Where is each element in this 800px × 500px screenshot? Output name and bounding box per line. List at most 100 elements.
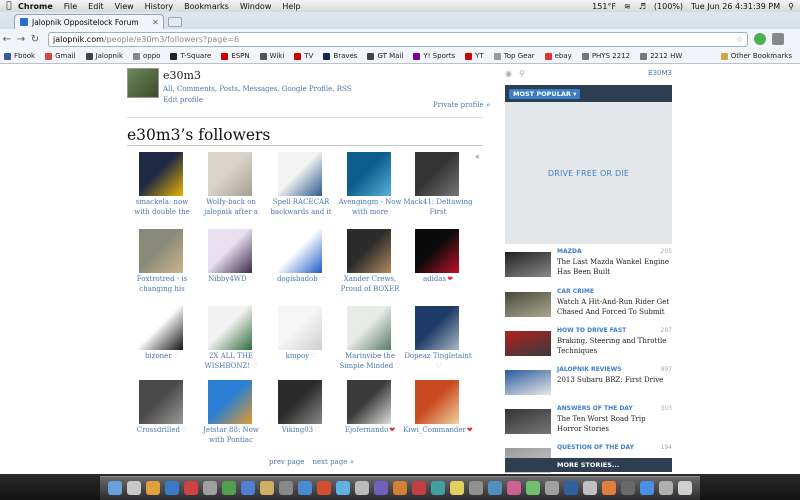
dock-app-icon[interactable] <box>108 481 122 495</box>
follower-avatar[interactable] <box>415 380 459 424</box>
follower-name[interactable]: Avengingm - Now with more <box>339 198 402 216</box>
follower-name[interactable]: Xander Crews, Proud of BOXER <box>341 275 400 293</box>
follower-name-link[interactable]: Jetstar 88: Now with Pontiac <box>196 426 266 445</box>
heart-icon[interactable]: ♡ <box>173 352 179 362</box>
heart-icon[interactable]: ♡ <box>435 362 441 372</box>
story-category[interactable]: JALOPNIK REVIEWS <box>557 366 622 373</box>
follower-avatar[interactable] <box>415 306 459 350</box>
follower-name[interactable]: adidas <box>423 275 446 283</box>
heart-icon[interactable]: ♡ <box>251 362 257 372</box>
address-bar[interactable]: jalopnik.com/people/e30m3/followers?page… <box>48 31 748 47</box>
follower-name-link[interactable]: Xander Crews, Proud of BOXER <box>335 275 405 294</box>
follower-name-link[interactable]: Marinvibe the Simple Minded♡ <box>335 352 405 371</box>
clock[interactable]: Tue Jun 26 4:31:39 PM <box>691 2 780 11</box>
bookmark-item[interactable]: Wiki <box>259 52 284 60</box>
heart-icon[interactable]: ♡ <box>314 426 320 436</box>
story-headline[interactable]: The Last Mazda Wankel Engine Has Been Bu… <box>557 257 672 277</box>
bookmark-item[interactable]: Y! Sports <box>413 52 455 60</box>
bookmark-item[interactable]: Braves <box>323 52 357 60</box>
follower-avatar[interactable] <box>415 152 459 196</box>
reload-icon[interactable]: ↻ <box>28 34 42 45</box>
more-stories-link[interactable]: MORE STORIES... <box>557 461 619 469</box>
most-popular-dropdown[interactable]: MOST POPULAR ▾ <box>509 89 581 99</box>
story-category[interactable]: QUESTION OF THE DAY <box>557 444 634 451</box>
follower-avatar[interactable] <box>139 380 183 424</box>
follower-avatar[interactable] <box>347 306 391 350</box>
follower-name[interactable]: Ejofernando <box>345 426 388 434</box>
follower-avatar[interactable] <box>278 152 322 196</box>
bookmark-item[interactable]: Gmail <box>45 52 76 60</box>
more-stories-bar[interactable]: MORE STORIES... <box>505 458 672 472</box>
follower-name[interactable]: Wolfy-back on jalopnik after a <box>204 198 258 216</box>
follower-name-link[interactable]: Mack41: Deltawing First <box>403 198 473 217</box>
story-thumbnail[interactable] <box>505 409 551 434</box>
dock-app-icon[interactable] <box>450 481 464 495</box>
follower-name-link[interactable]: kmpoy♡ <box>266 352 336 362</box>
follower-name[interactable]: Nibby4WD <box>208 275 247 283</box>
story-headline[interactable]: Braking, Steering and Throttle Technique… <box>557 336 672 356</box>
follower-name-link[interactable]: Wolfy-back on jalopnik after a <box>196 198 266 217</box>
follower-name[interactable]: dogisbadob <box>277 275 318 283</box>
dock-app-icon[interactable] <box>431 481 445 495</box>
follower-avatar[interactable] <box>347 152 391 196</box>
follower-name-link[interactable]: Crossdrilled♡ <box>127 426 197 436</box>
heart-icon[interactable]: ♡ <box>181 426 187 436</box>
link-posts[interactable]: Posts <box>219 85 238 93</box>
avatar[interactable] <box>127 68 159 98</box>
dock-app-icon[interactable] <box>602 481 616 495</box>
story-category[interactable]: ANSWERS OF THE DAY <box>557 405 633 412</box>
advertisement[interactable]: DRIVE FREE OR DIE <box>505 102 672 244</box>
dock-app-icon[interactable] <box>488 481 502 495</box>
story-headline[interactable]: 2013 Subaru BRZ: First Drive <box>557 375 672 385</box>
follower-name[interactable]: Marinvibe the Simple Minded <box>339 352 395 370</box>
follower-name-link[interactable]: smackela: now with double the <box>127 198 197 217</box>
follower-name-link[interactable]: bizoner♡ <box>127 352 197 362</box>
dock-app-icon[interactable] <box>659 481 673 495</box>
bookmark-item[interactable]: Top Gear <box>493 52 535 60</box>
follower-name-link[interactable]: adidas❤ <box>403 275 473 285</box>
follower-avatar[interactable] <box>347 380 391 424</box>
link-rss[interactable]: RSS <box>337 85 352 93</box>
bookmark-item[interactable]: Jalopnik <box>85 52 123 60</box>
wifi-icon[interactable]: ≋ <box>624 2 631 11</box>
follower-avatar[interactable] <box>347 229 391 273</box>
follower-name-link[interactable]: Nibby4WD♡ <box>196 275 266 285</box>
heart-icon[interactable]: ♡ <box>394 362 400 372</box>
dock-app-icon[interactable] <box>621 481 635 495</box>
eye-icon[interactable]: ◉ <box>505 69 512 78</box>
follower-name[interactable]: Crossdrilled <box>137 426 180 434</box>
story-item[interactable]: JALOPNIK REVIEWS 997 2013 Subaru BRZ: Firs… <box>505 364 672 398</box>
follower-name[interactable]: Jetstar 88: Now with Pontiac <box>203 426 259 444</box>
follower-avatar[interactable] <box>139 229 183 273</box>
dock-app-icon[interactable] <box>222 481 236 495</box>
volume-icon[interactable]: ♬ <box>639 2 646 11</box>
heart-icon[interactable]: ❤ <box>447 275 453 285</box>
bookmark-item[interactable]: GT Mail <box>367 52 403 60</box>
battery-readout[interactable]: (100%) <box>654 2 683 11</box>
follower-name[interactable]: bizoner <box>145 352 172 360</box>
follower-name-link[interactable]: Kiwi_Commander❤ <box>403 426 473 436</box>
dock-app-icon[interactable] <box>146 481 160 495</box>
extension-icon[interactable] <box>754 33 766 45</box>
follower-name[interactable]: Mack41: Deltawing First <box>403 198 472 216</box>
dock-app-icon[interactable] <box>374 481 388 495</box>
sidebar-user-link[interactable]: E30M3 <box>648 69 672 77</box>
back-icon[interactable]: ← <box>0 34 14 45</box>
story-headline[interactable]: The Ten Worst Road Trip Horror Stories <box>557 414 672 434</box>
bookmark-item[interactable]: TV <box>294 52 313 60</box>
link-messages[interactable]: Messages <box>242 85 277 93</box>
story-item[interactable]: MAZDA 205 The Last Mazda Wankel Engine Has… <box>505 246 672 280</box>
dock-app-icon[interactable] <box>203 481 217 495</box>
dock-app-icon[interactable] <box>678 481 692 495</box>
dock-app-icon[interactable] <box>260 481 274 495</box>
follower-avatar[interactable] <box>208 229 252 273</box>
previous-arrow-link[interactable]: « <box>475 152 480 161</box>
story-thumbnail[interactable] <box>505 331 551 356</box>
dock-app-icon[interactable] <box>640 481 654 495</box>
follower-avatar[interactable] <box>139 306 183 350</box>
story-category[interactable]: MAZDA <box>557 248 582 255</box>
apple-icon[interactable]:  <box>0 1 18 11</box>
link-comments[interactable]: Comments <box>177 85 215 93</box>
bookmark-item[interactable]: 2212 HW <box>640 52 682 60</box>
follower-avatar[interactable] <box>208 152 252 196</box>
